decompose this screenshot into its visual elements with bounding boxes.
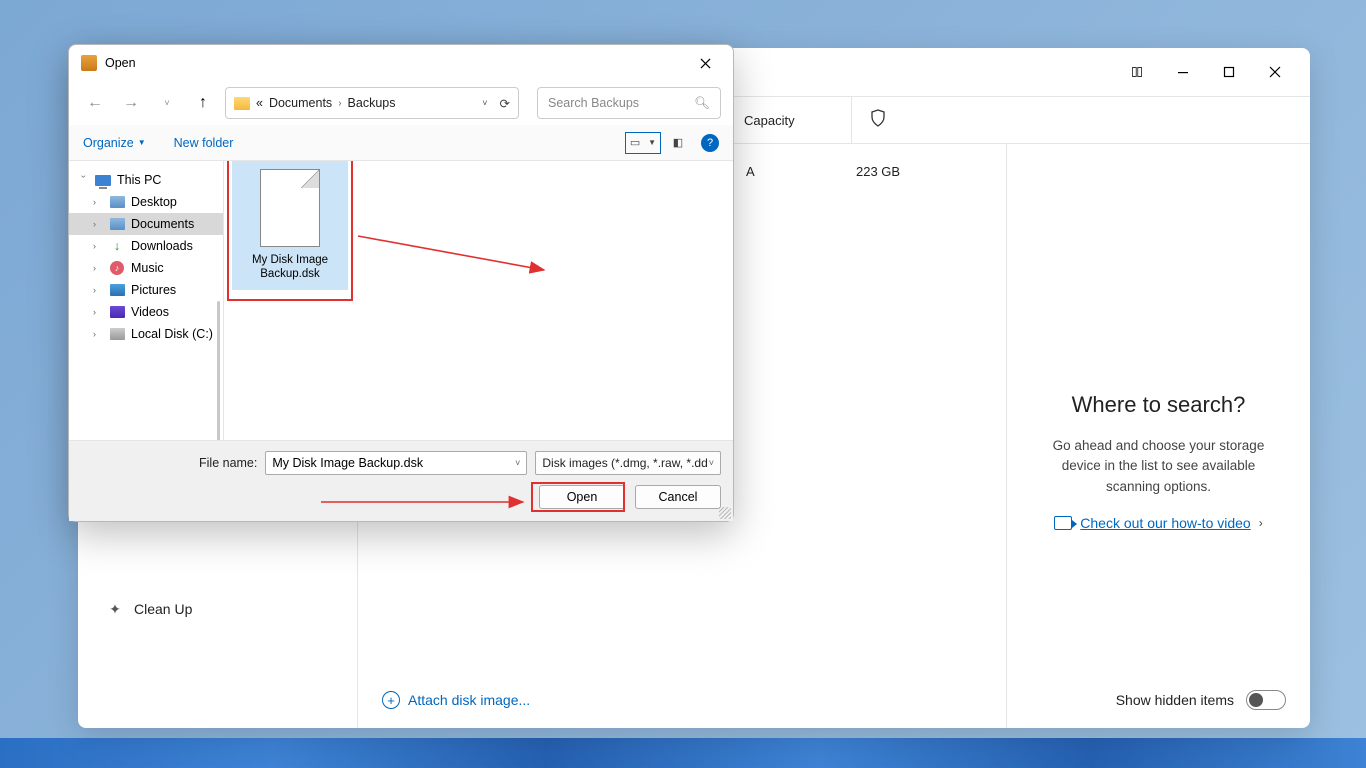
chevron-right-icon: ›	[1259, 516, 1263, 530]
breadcrumb-ellipsis: «	[256, 96, 263, 110]
search-icon: 🔍︎	[694, 96, 710, 111]
file-name-line2: Backup.dsk	[260, 268, 319, 280]
download-icon: ↓	[109, 239, 125, 253]
right-panel-title: Where to search?	[1035, 392, 1282, 418]
tree-label: Pictures	[131, 283, 176, 297]
scrollbar[interactable]	[217, 301, 220, 440]
tree-label: This PC	[117, 173, 161, 187]
new-folder-button[interactable]: New folder	[174, 136, 234, 150]
app-icon	[81, 55, 97, 71]
hidden-items-toggle[interactable]	[1246, 690, 1286, 710]
tree-label: Videos	[131, 305, 169, 319]
refresh-button[interactable]: ⟳	[500, 96, 510, 111]
maximize-button[interactable]	[1206, 56, 1252, 88]
nav-back-button[interactable]: ←	[81, 89, 109, 117]
howto-video-link[interactable]: Check out our how-to video ›	[1054, 515, 1262, 531]
folder-icon	[234, 97, 250, 110]
tree-label: Documents	[131, 217, 194, 231]
close-button[interactable]	[1252, 56, 1298, 88]
tree-this-pc[interactable]: ›This PC	[69, 169, 223, 191]
tree-videos[interactable]: ›Videos	[69, 301, 223, 323]
filetype-dropdown[interactable]: Disk images (*.dmg, *.raw, *.dd˅	[535, 451, 721, 475]
attach-disk-image-button[interactable]: + Attach disk image...	[382, 691, 530, 709]
annotation-arrow-open	[321, 493, 527, 501]
cancel-button[interactable]: Cancel	[635, 485, 721, 509]
file-icon	[260, 169, 320, 247]
tree-pictures[interactable]: ›Pictures	[69, 279, 223, 301]
open-file-dialog: Open ← → ˅ ↑ « Documents › Backups ˅ ⟳ S…	[68, 44, 734, 522]
tree-label: Desktop	[131, 195, 177, 209]
file-name-line1: My Disk Image	[252, 254, 328, 266]
tree-music[interactable]: ›♪Music	[69, 257, 223, 279]
open-button[interactable]: Open	[539, 485, 625, 509]
sparkle-icon: ✦	[106, 600, 124, 618]
file-list[interactable]: My Disk Image Backup.dsk	[224, 161, 733, 440]
view-mode-button[interactable]: ▭ ▼	[625, 132, 661, 154]
dialog-toolbar: Organize ▼ New folder ▭ ▼ ◧ ?	[69, 125, 733, 161]
attach-label: Attach disk image...	[408, 692, 530, 708]
dialog-nav: ← → ˅ ↑ « Documents › Backups ˅ ⟳ Search…	[69, 81, 733, 125]
breadcrumb-seg-documents[interactable]: Documents	[269, 96, 332, 110]
filename-input[interactable]: My Disk Image Backup.dsk˅	[265, 451, 527, 475]
organize-menu[interactable]: Organize ▼	[83, 136, 146, 150]
sidebar-item-cleanup[interactable]: ✦ Clean Up	[78, 592, 357, 626]
howto-video-label: Check out our how-to video	[1080, 515, 1250, 531]
hidden-items-label: Show hidden items	[1116, 692, 1234, 708]
breadcrumb-seg-backups[interactable]: Backups	[348, 96, 396, 110]
tree-downloads[interactable]: ›↓Downloads	[69, 235, 223, 257]
dialog-footer: File name: My Disk Image Backup.dsk˅ Dis…	[69, 440, 733, 521]
nav-up-button[interactable]: ↑	[189, 89, 217, 117]
nav-forward-button[interactable]: →	[117, 89, 145, 117]
filename-label: File name:	[199, 456, 257, 470]
preview-pane-button[interactable]: ◧	[667, 132, 689, 154]
library-icon[interactable]	[1114, 56, 1160, 88]
tree-label: Local Disk (C:)	[131, 327, 213, 341]
dialog-titlebar: Open	[69, 45, 733, 81]
search-input[interactable]: Search Backups 🔍︎	[537, 87, 721, 119]
video-icon	[1054, 516, 1072, 530]
filetype-value: Disk images (*.dmg, *.raw, *.dd	[542, 456, 707, 470]
col-capacity[interactable]: Capacity	[726, 97, 852, 143]
shield-icon[interactable]	[852, 109, 904, 132]
minimize-button[interactable]	[1160, 56, 1206, 88]
tree-documents[interactable]: ›Documents	[69, 213, 223, 235]
search-placeholder: Search Backups	[548, 96, 639, 110]
address-dropdown-button[interactable]: ˅	[482, 98, 487, 108]
tree-desktop[interactable]: ›Desktop	[69, 191, 223, 213]
organize-label: Organize	[83, 136, 134, 150]
dialog-title: Open	[105, 56, 136, 70]
tree-label: Music	[131, 261, 164, 275]
nav-history-dropdown[interactable]: ˅	[153, 89, 181, 117]
chevron-right-icon: ›	[338, 98, 341, 109]
resize-grip[interactable]	[719, 507, 731, 519]
tree-local-disk[interactable]: ›Local Disk (C:)	[69, 323, 223, 345]
help-button[interactable]: ?	[701, 134, 719, 152]
app-right-panel: Where to search? Go ahead and choose you…	[1006, 144, 1310, 728]
sidebar-item-label: Clean Up	[134, 601, 192, 617]
dialog-close-button[interactable]	[689, 49, 721, 77]
device-capacity-cell: 223 GB	[758, 164, 908, 179]
filename-value: My Disk Image Backup.dsk	[272, 456, 423, 470]
folder-tree: ›This PC ›Desktop ›Documents ›↓Downloads…	[69, 161, 224, 440]
plus-circle-icon: +	[382, 691, 400, 709]
right-panel-subtitle: Go ahead and choose your storage device …	[1035, 436, 1282, 497]
app-bottom-bar: + Attach disk image... Show hidden items	[358, 672, 1310, 728]
annotation-arrow-file	[354, 232, 544, 272]
address-bar[interactable]: « Documents › Backups ˅ ⟳	[225, 87, 519, 119]
file-item-disk-image[interactable]: My Disk Image Backup.dsk	[232, 161, 348, 290]
tree-label: Downloads	[131, 239, 193, 253]
